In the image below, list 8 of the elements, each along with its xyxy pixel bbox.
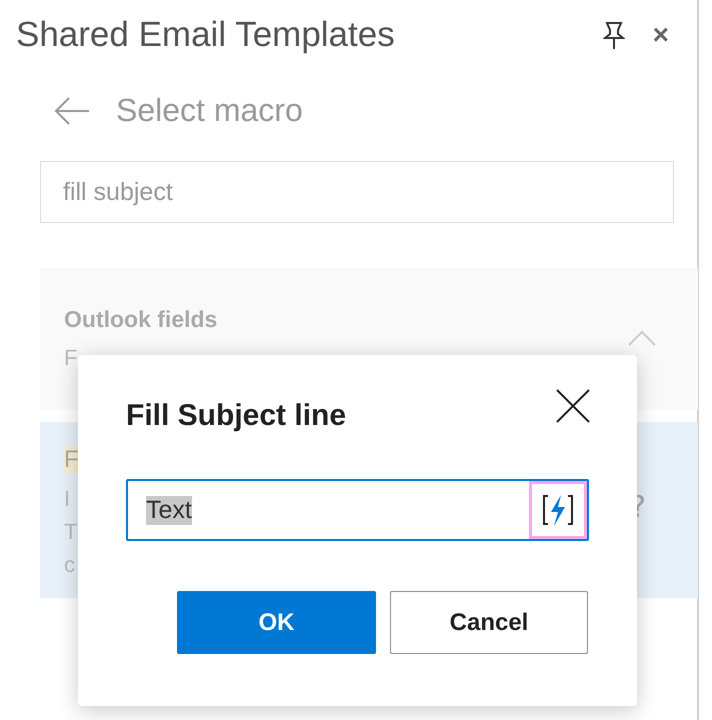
macro-description: T <box>64 518 78 546</box>
macro-description: c <box>64 551 75 579</box>
group-subtitle: F <box>64 345 78 371</box>
group-title: Outlook fields <box>64 306 218 333</box>
macro-description: I <box>64 485 70 513</box>
header-title: Select macro <box>116 92 303 129</box>
pane-title: Shared Email Templates <box>16 15 396 55</box>
macro-name: F <box>64 446 79 473</box>
